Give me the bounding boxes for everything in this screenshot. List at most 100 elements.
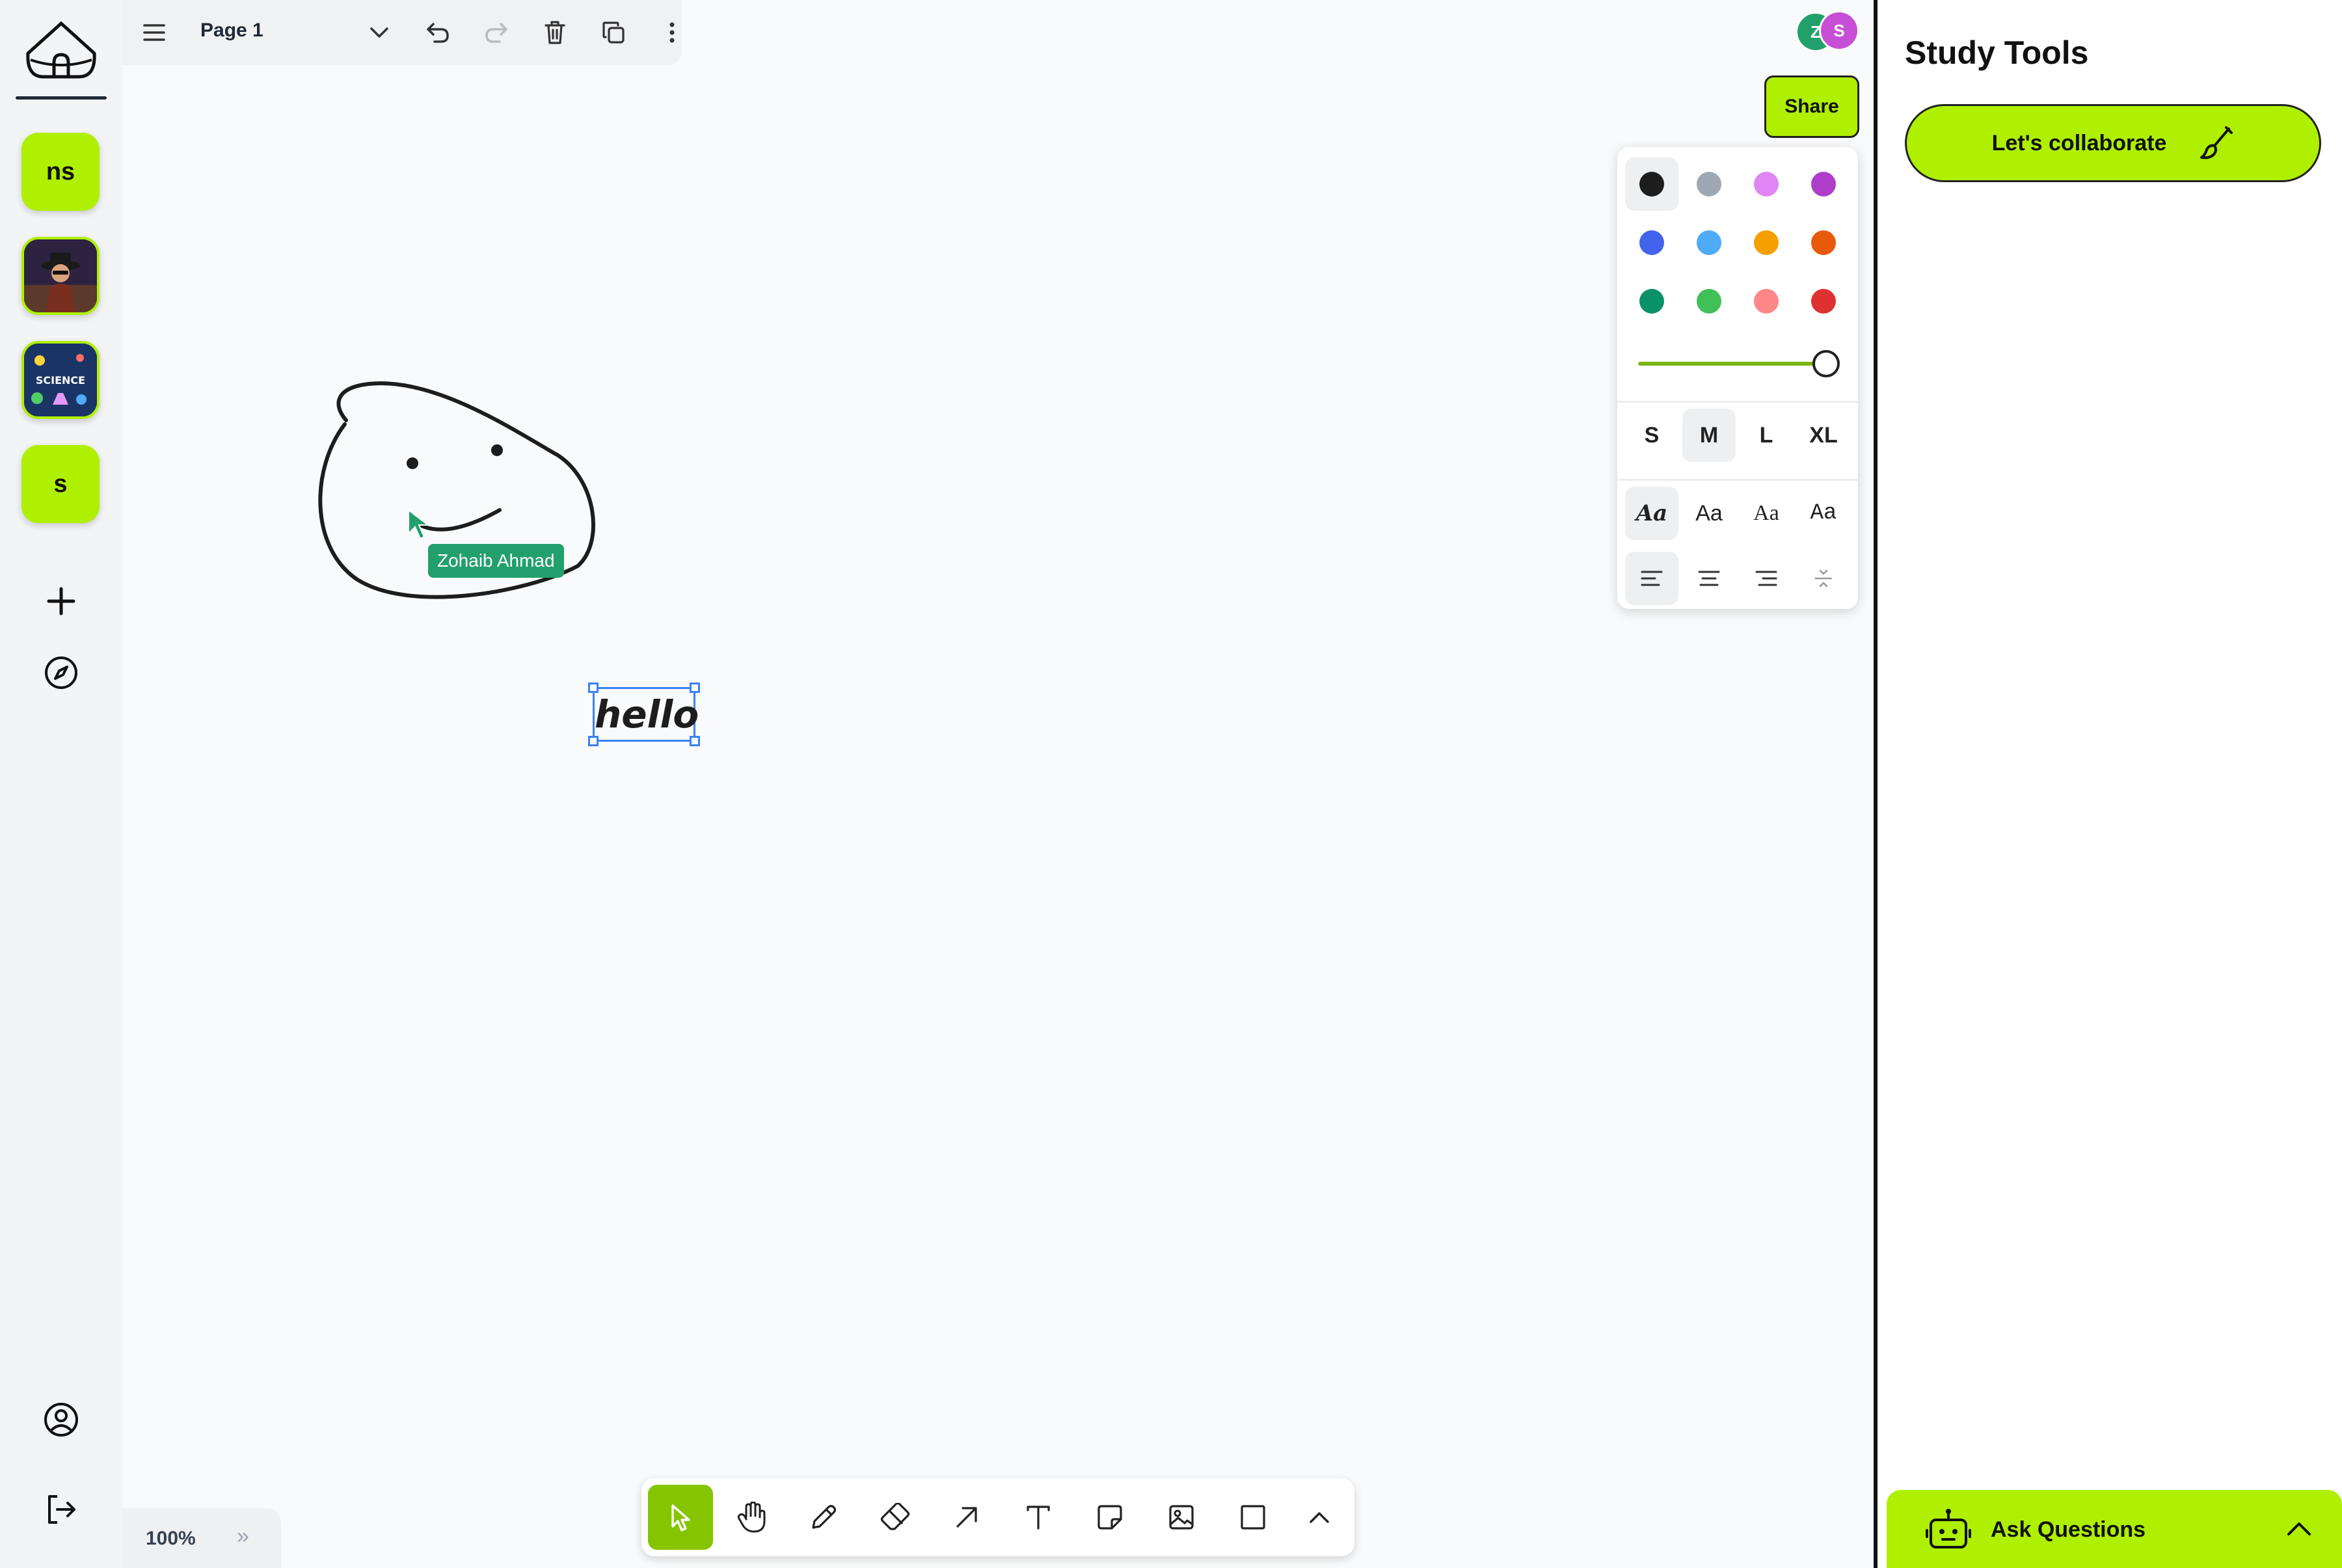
color-swatch[interactable] — [1682, 216, 1736, 269]
avatar[interactable]: S — [1819, 10, 1859, 51]
share-button[interactable]: Share — [1764, 75, 1859, 138]
color-dot — [1697, 172, 1721, 196]
align-options — [1625, 552, 1850, 605]
resize-handle[interactable] — [690, 736, 700, 746]
resize-handle[interactable] — [690, 683, 700, 693]
color-swatch[interactable] — [1797, 275, 1850, 328]
redo-icon[interactable] — [474, 10, 519, 55]
server-science[interactable]: SCIENCE — [21, 341, 100, 419]
color-dot — [1639, 172, 1664, 196]
science-text: SCIENCE — [36, 374, 85, 386]
color-swatch[interactable] — [1625, 216, 1678, 269]
size-options: S M L XL — [1625, 409, 1850, 462]
font-mono-button[interactable]: Aa — [1797, 487, 1850, 540]
compass-icon[interactable] — [35, 647, 87, 699]
size-xl-button[interactable]: XL — [1797, 409, 1850, 462]
robot-icon — [1926, 1507, 1971, 1552]
add-server-icon[interactable] — [35, 575, 87, 627]
color-swatch[interactable] — [1625, 157, 1678, 211]
font-draw-button[interactable]: Aa — [1625, 487, 1678, 540]
divider — [1617, 479, 1858, 481]
right-eye[interactable] — [491, 444, 503, 456]
more-tools-chevron-up-icon[interactable] — [1287, 1485, 1352, 1550]
science-image: SCIENCE — [24, 344, 97, 416]
sticky-note-tool-icon[interactable] — [1077, 1485, 1142, 1550]
hand-tool-icon[interactable] — [720, 1485, 785, 1550]
zoom-level[interactable]: 100% — [146, 1528, 196, 1550]
server-s[interactable]: s — [21, 445, 100, 523]
server-rail: ns SCIENCE s — [0, 0, 122, 1568]
font-sans-button[interactable]: Aa — [1682, 487, 1736, 540]
more-vertical-icon[interactable] — [649, 10, 695, 55]
align-right-icon[interactable] — [1740, 552, 1793, 605]
collaborator-cursor — [408, 508, 430, 540]
color-dot — [1697, 230, 1721, 255]
home-icon[interactable] — [24, 20, 98, 82]
study-tools-panel: Study Tools Let's collaborate Ask Questi… — [1874, 0, 2342, 1568]
ask-questions-bar[interactable]: Ask Questions — [1887, 1490, 2342, 1568]
color-swatch[interactable] — [1682, 275, 1736, 328]
drawing-canvas[interactable]: Zohaib Ahmad hello — [122, 65, 1872, 1568]
drawing-tools-bar — [641, 1478, 1354, 1556]
text-shape[interactable]: hello — [595, 690, 699, 738]
font-serif-button[interactable]: Aa — [1740, 487, 1793, 540]
resize-handle[interactable] — [588, 736, 599, 746]
opacity-slider-track[interactable] — [1638, 362, 1833, 366]
server-avatar-character[interactable] — [21, 237, 100, 315]
server-ns[interactable]: ns — [21, 133, 100, 211]
color-swatch[interactable] — [1740, 157, 1793, 211]
color-swatch[interactable] — [1625, 275, 1678, 328]
smile[interactable] — [411, 508, 502, 532]
select-tool-icon[interactable] — [648, 1485, 713, 1550]
zoom-control: 100% » — [122, 1508, 281, 1568]
color-swatch[interactable] — [1740, 275, 1793, 328]
chevron-up-icon[interactable] — [2286, 1520, 2312, 1537]
resize-handle[interactable] — [588, 683, 599, 693]
undo-icon[interactable] — [415, 10, 461, 55]
color-dot — [1811, 172, 1836, 196]
color-dot — [1754, 172, 1779, 196]
text-tool-icon[interactable] — [1006, 1485, 1071, 1550]
trash-icon[interactable] — [532, 10, 578, 55]
server-s-label: s — [53, 470, 68, 498]
color-dot — [1811, 230, 1836, 255]
align-left-icon[interactable] — [1625, 552, 1678, 605]
lets-collaborate-button[interactable]: Let's collaborate — [1905, 104, 2321, 182]
logout-icon[interactable] — [35, 1483, 87, 1535]
text-shape-selection[interactable]: hello — [588, 683, 700, 746]
color-swatches — [1625, 157, 1850, 328]
color-swatch[interactable] — [1797, 216, 1850, 269]
color-swatch[interactable] — [1797, 157, 1850, 211]
page-name[interactable]: Page 1 — [200, 20, 263, 42]
eraser-tool-icon[interactable] — [863, 1485, 928, 1550]
size-m-button[interactable]: M — [1682, 409, 1736, 462]
style-panel: S M L XL Aa Aa Aa Aa — [1617, 147, 1858, 609]
image-tool-icon[interactable] — [1149, 1485, 1214, 1550]
arrow-tool-icon[interactable] — [934, 1485, 999, 1550]
top-toolbar: Page 1 — [122, 0, 682, 65]
color-dot — [1697, 289, 1721, 314]
character-image — [24, 239, 97, 312]
color-dot — [1639, 289, 1664, 314]
duplicate-icon[interactable] — [591, 10, 636, 55]
brush-icon — [2200, 126, 2233, 159]
avatar-initial: S — [1833, 20, 1845, 40]
menu-icon[interactable] — [131, 10, 177, 55]
minimap-toggle-icon[interactable]: » — [237, 1524, 249, 1549]
opacity-slider-thumb[interactable] — [1812, 350, 1840, 377]
color-dot — [1639, 230, 1664, 255]
canvas-drawing — [318, 381, 595, 599]
page-dropdown-chevron-icon[interactable] — [357, 10, 402, 55]
size-l-button[interactable]: L — [1740, 409, 1793, 462]
color-swatch[interactable] — [1682, 157, 1736, 211]
left-eye[interactable] — [407, 457, 418, 469]
size-s-button[interactable]: S — [1625, 409, 1678, 462]
color-dot — [1754, 230, 1779, 255]
vertical-align-icon[interactable] — [1797, 552, 1850, 605]
rectangle-tool-icon[interactable] — [1220, 1485, 1285, 1550]
align-center-icon[interactable] — [1682, 552, 1736, 605]
color-swatch[interactable] — [1740, 216, 1793, 269]
rail-separator — [16, 96, 107, 100]
pencil-tool-icon[interactable] — [791, 1485, 856, 1550]
profile-icon[interactable] — [35, 1394, 87, 1446]
